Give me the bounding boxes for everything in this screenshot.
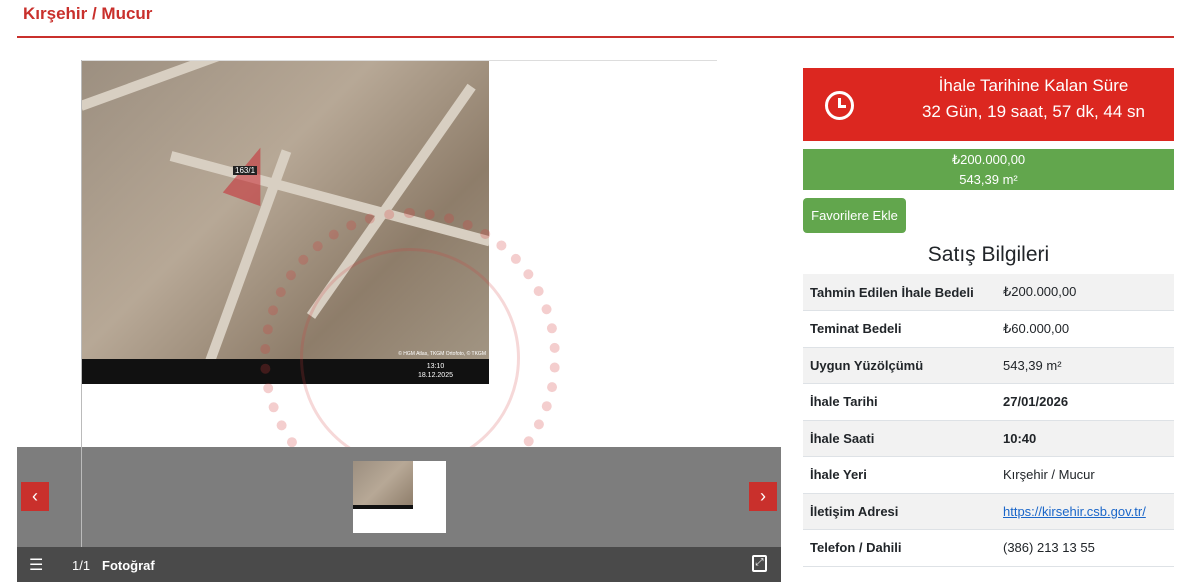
row-label: İhale Yeri <box>803 456 996 494</box>
thumbnail-strip <box>17 447 781 547</box>
sale-info-table: Tahmin Edilen İhale Bedeli ₺200.000,00 Te… <box>803 274 1174 567</box>
page-title: Kırşehir / Mucur <box>23 4 153 23</box>
table-row: Uygun Yüzölçümü 543,39 m² <box>803 347 1174 384</box>
countdown-value: 32 Gün, 19 saat, 57 dk, 44 sn <box>921 102 1146 121</box>
chevron-left-icon: ‹ <box>32 486 38 506</box>
table-row: Tahmin Edilen İhale Bedeli ₺200.000,00 <box>803 274 1174 311</box>
countdown-title: İhale Tarihine Kalan Süre <box>938 76 1129 95</box>
row-label: Uygun Yüzölçümü <box>803 347 996 384</box>
price-amount: ₺200.000,00 <box>951 152 1026 167</box>
thumbnail[interactable] <box>353 461 446 533</box>
countdown-box: İhale Tarihine Kalan Süre 32 Gün, 19 saa… <box>803 68 1174 141</box>
row-value: Kırşehir / Mucur <box>996 456 1174 494</box>
fullscreen-icon[interactable]: ⤢ <box>752 555 767 572</box>
photo-caption: Fotoğraf <box>102 558 155 573</box>
chevron-right-icon: › <box>760 486 766 506</box>
contact-link[interactable]: https://kirsehir.csb.gov.tr/ <box>1003 504 1146 519</box>
prev-button[interactable]: ‹ <box>21 482 49 511</box>
table-row: İhale Tarihi 27/01/2026 <box>803 383 1174 421</box>
title-divider <box>17 36 1174 38</box>
divider <box>81 60 82 547</box>
table-row: İletişim Adresi https://kirsehir.csb.gov.… <box>803 493 1174 530</box>
add-favorite-button[interactable]: Favorilere Ekle <box>803 198 906 233</box>
price-box: ₺200.000,00 543,39 m² <box>803 149 1174 190</box>
row-value: 543,39 m² <box>996 347 1174 384</box>
row-label: İletişim Adresi <box>803 493 996 530</box>
price-area: 543,39 m² <box>959 172 1018 187</box>
row-value: ₺200.000,00 <box>996 274 1174 311</box>
photo-counter: 1/1 <box>72 558 91 573</box>
table-row: Telefon / Dahili (386) 213 13 55 <box>803 529 1174 567</box>
watermark-seal-inner <box>300 248 520 468</box>
row-label: İhale Saati <box>803 420 996 457</box>
parcel-label: 163/1 <box>233 166 258 175</box>
next-button[interactable]: › <box>749 482 777 511</box>
road <box>81 61 271 111</box>
table-row: İhale Saati 10:40 <box>803 420 1174 457</box>
row-label: Tahmin Edilen İhale Bedeli <box>803 274 996 311</box>
list-icon[interactable]: ☰ <box>29 555 43 575</box>
row-value: 27/01/2026 <box>996 383 1174 421</box>
photo-gallery: 163/1 © HGM Atlas, TKGM Ortofoto, © TKGM… <box>17 60 781 582</box>
row-label: Telefon / Dahili <box>803 529 996 567</box>
table-row: Teminat Bedeli ₺60.000,00 <box>803 310 1174 348</box>
gallery-toolbar: ☰ 1/1 Fotoğraf ⤢ <box>17 547 781 582</box>
section-title: Satış Bilgileri <box>927 243 1050 266</box>
row-value: (386) 213 13 55 <box>996 529 1174 567</box>
row-value: ₺60.000,00 <box>996 310 1174 348</box>
row-label: İhale Tarihi <box>803 383 996 421</box>
row-value: 10:40 <box>996 420 1174 457</box>
table-row: İhale Yeri Kırşehir / Mucur <box>803 456 1174 494</box>
row-label: Teminat Bedeli <box>803 310 996 348</box>
